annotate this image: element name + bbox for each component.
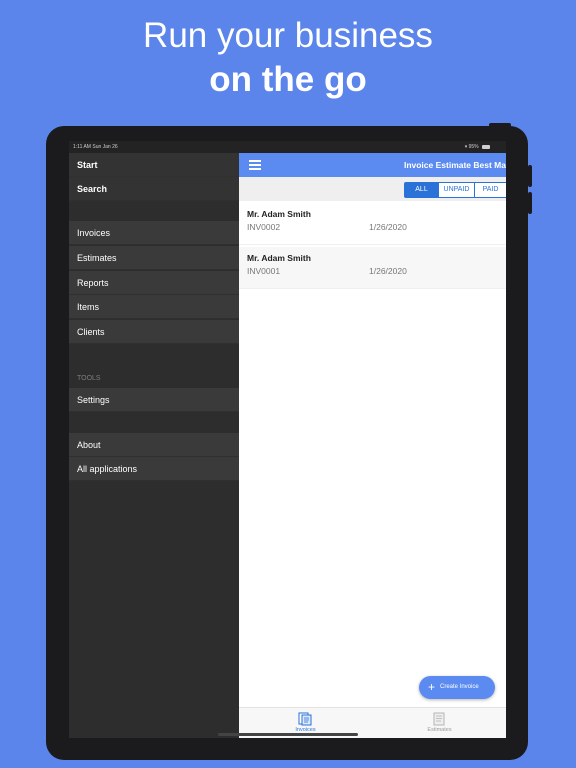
drawer-item-reports[interactable]: Reports — [69, 271, 239, 295]
drawer-item-all-applications[interactable]: All applications — [69, 457, 239, 481]
home-indicator — [218, 733, 358, 736]
nav-bar: Invoice Estimate Best Ma — [239, 153, 506, 177]
drawer-item-invoices[interactable]: Invoices — [69, 221, 239, 245]
drawer-item-about[interactable]: About — [69, 433, 239, 457]
drawer-item-start[interactable]: Start — [69, 153, 239, 177]
invoice-client: Mr. Adam Smith — [247, 209, 311, 219]
filter-bar: ALL UNPAID PAID — [239, 177, 506, 201]
drawer-item-clients[interactable]: Clients — [69, 320, 239, 344]
filter-paid[interactable]: PAID — [475, 182, 506, 198]
drawer-item-search[interactable]: Search — [69, 177, 239, 201]
drawer-item-settings[interactable]: Settings — [69, 388, 239, 412]
drawer-item-estimates[interactable]: Estimates — [69, 246, 239, 270]
status-right: ▾ 95% — [465, 141, 490, 153]
battery-icon — [482, 144, 490, 149]
invoice-date: 1/26/2020 — [369, 222, 407, 232]
tablet-screen: 1:11 AM Sun Jan 26 ▾ 95% Start Search In… — [69, 141, 506, 738]
invoice-date: 1/26/2020 — [369, 266, 407, 276]
tab-estimates-label: Estimates — [427, 727, 452, 733]
wifi-icon: ▾ — [464, 144, 468, 150]
invoice-number: INV0002 — [247, 222, 281, 232]
promo-line-1: Run your business — [143, 16, 433, 55]
drawer-section-tools: TOOLS — [77, 375, 101, 382]
side-drawer: Start Search Invoices Estimates Reports … — [69, 153, 239, 738]
invoice-number: INV0001 — [247, 266, 281, 276]
main-panel: Invoice Estimate Best Ma ALL UNPAID PAID… — [239, 153, 506, 738]
filter-all[interactable]: ALL — [404, 182, 439, 198]
hamburger-menu-icon[interactable] — [249, 160, 261, 170]
promo-line-2: on the go — [209, 60, 367, 99]
promo-headline: Run your business on the go — [0, 14, 576, 102]
drawer-item-items[interactable]: Items — [69, 295, 239, 319]
invoices-icon — [298, 712, 312, 726]
invoice-row[interactable]: Mr. Adam Smith INV0002 1/26/2020 — [239, 203, 506, 245]
invoice-client: Mr. Adam Smith — [247, 253, 311, 263]
tab-estimates[interactable]: Estimates — [373, 708, 506, 738]
volume-down-button — [528, 192, 532, 214]
top-button — [489, 123, 511, 127]
estimates-icon — [433, 712, 445, 726]
filter-unpaid[interactable]: UNPAID — [439, 182, 475, 198]
create-invoice-button[interactable]: + Create Invoice — [419, 676, 495, 699]
invoice-row[interactable]: Mr. Adam Smith INV0001 1/26/2020 — [239, 247, 506, 289]
plus-icon: + — [428, 680, 436, 694]
nav-title: Invoice Estimate Best Ma — [403, 160, 506, 170]
create-invoice-label: Create Invoice — [440, 684, 479, 690]
status-bar: 1:11 AM Sun Jan 26 ▾ 95% — [69, 141, 506, 153]
volume-up-button — [528, 165, 532, 187]
status-time: 1:11 AM Sun Jan 26 — [73, 144, 118, 150]
battery-percent: 95% — [468, 144, 479, 150]
